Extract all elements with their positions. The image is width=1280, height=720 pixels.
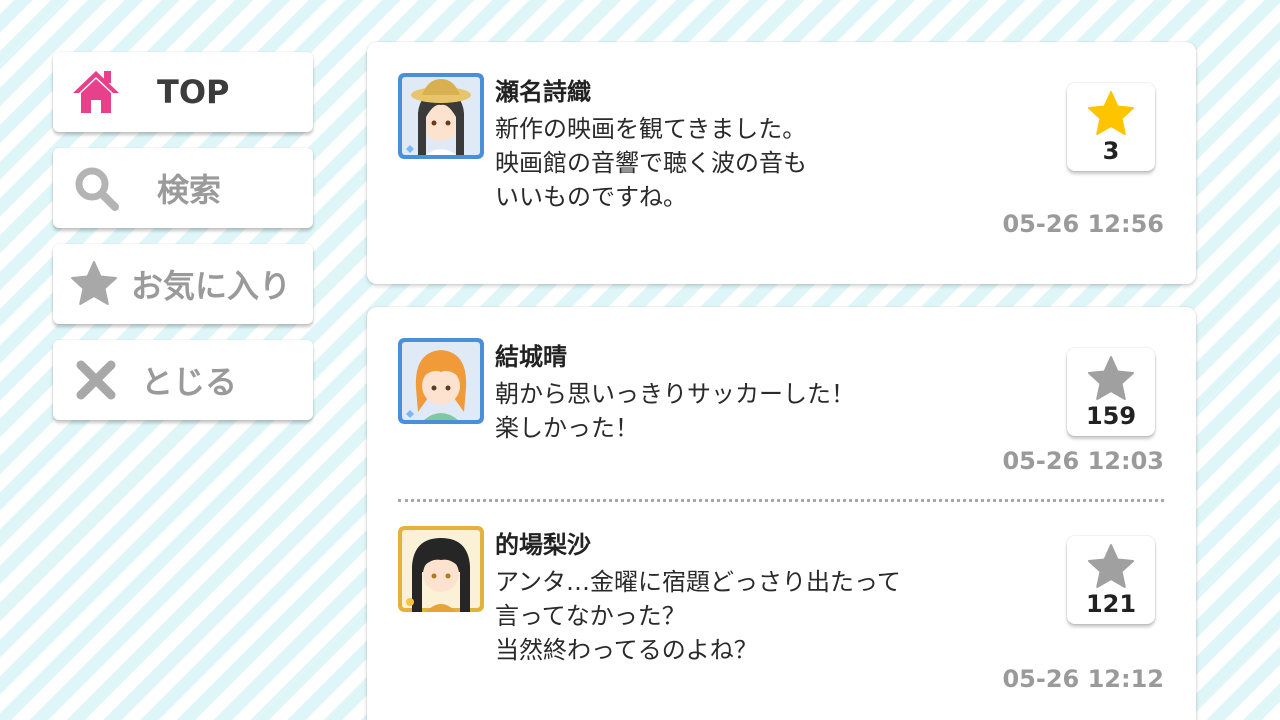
message-line: アンタ…金曜に宿題どっさり出たって bbox=[495, 568, 901, 596]
message-line: 新作の映画を観てきました。 bbox=[495, 115, 807, 143]
message-line: 当然終わってるのよね？ bbox=[495, 636, 758, 664]
nav-top-button[interactable]: TOP bbox=[53, 52, 313, 132]
like-button[interactable]: 159 bbox=[1067, 348, 1155, 436]
post-card: 瀬名詩織 新作の映画を観てきました。 映画館の音響で聴く波の音も いいものですね… bbox=[367, 42, 1196, 284]
message-line: 朝から思いっきりサッカーした！ bbox=[495, 380, 855, 408]
message-line: 映画館の音響で聴く波の音も bbox=[495, 149, 807, 177]
home-icon bbox=[71, 67, 121, 117]
post-author: 結城晴 bbox=[495, 343, 567, 371]
star-icon bbox=[1088, 91, 1134, 135]
post-author: 瀬名詩織 bbox=[495, 78, 591, 106]
like-button[interactable]: 121 bbox=[1067, 536, 1155, 624]
nav-search-button[interactable]: 検索 bbox=[53, 148, 313, 228]
avatar[interactable] bbox=[398, 526, 484, 612]
star-icon bbox=[69, 259, 119, 309]
post-card: 結城晴 朝から思いっきりサッカーした！ 楽しかった！ 159 05-26 12:… bbox=[367, 307, 1196, 720]
message-line: 楽しかった！ bbox=[495, 414, 639, 442]
post-message: 朝から思いっきりサッカーした！ 楽しかった！ bbox=[495, 377, 1055, 445]
post-timestamp: 05-26 12:56 bbox=[1002, 210, 1164, 238]
avatar[interactable] bbox=[398, 73, 484, 159]
search-icon bbox=[71, 163, 121, 213]
post-message: 新作の映画を観てきました。 映画館の音響で聴く波の音も いいものですね。 bbox=[495, 112, 1055, 214]
star-icon bbox=[1088, 544, 1134, 588]
like-count: 3 bbox=[1102, 137, 1120, 165]
nav-favorites-label: お気に入り bbox=[131, 267, 292, 305]
like-count: 121 bbox=[1085, 590, 1137, 618]
close-icon bbox=[71, 355, 121, 405]
nav-close-label: とじる bbox=[141, 363, 238, 401]
like-button[interactable]: 3 bbox=[1067, 83, 1155, 171]
nav-favorites-button[interactable]: お気に入り bbox=[53, 244, 313, 324]
post-divider bbox=[398, 499, 1164, 502]
post-timestamp: 05-26 12:12 bbox=[1002, 665, 1164, 693]
message-line: いいものですね。 bbox=[495, 183, 687, 211]
post-message: アンタ…金曜に宿題どっさり出たって 言ってなかった？ 当然終わってるのよね？ bbox=[495, 565, 1055, 667]
avatar[interactable] bbox=[398, 338, 484, 424]
post-timestamp: 05-26 12:03 bbox=[1002, 447, 1164, 475]
nav-search-label: 検索 bbox=[157, 171, 222, 209]
nav-top-label: TOP bbox=[157, 73, 230, 111]
post-author: 的場梨沙 bbox=[495, 531, 591, 559]
message-line: 言ってなかった？ bbox=[495, 602, 686, 630]
like-count: 159 bbox=[1085, 402, 1137, 430]
star-icon bbox=[1088, 356, 1134, 400]
nav-close-button[interactable]: とじる bbox=[53, 340, 313, 420]
